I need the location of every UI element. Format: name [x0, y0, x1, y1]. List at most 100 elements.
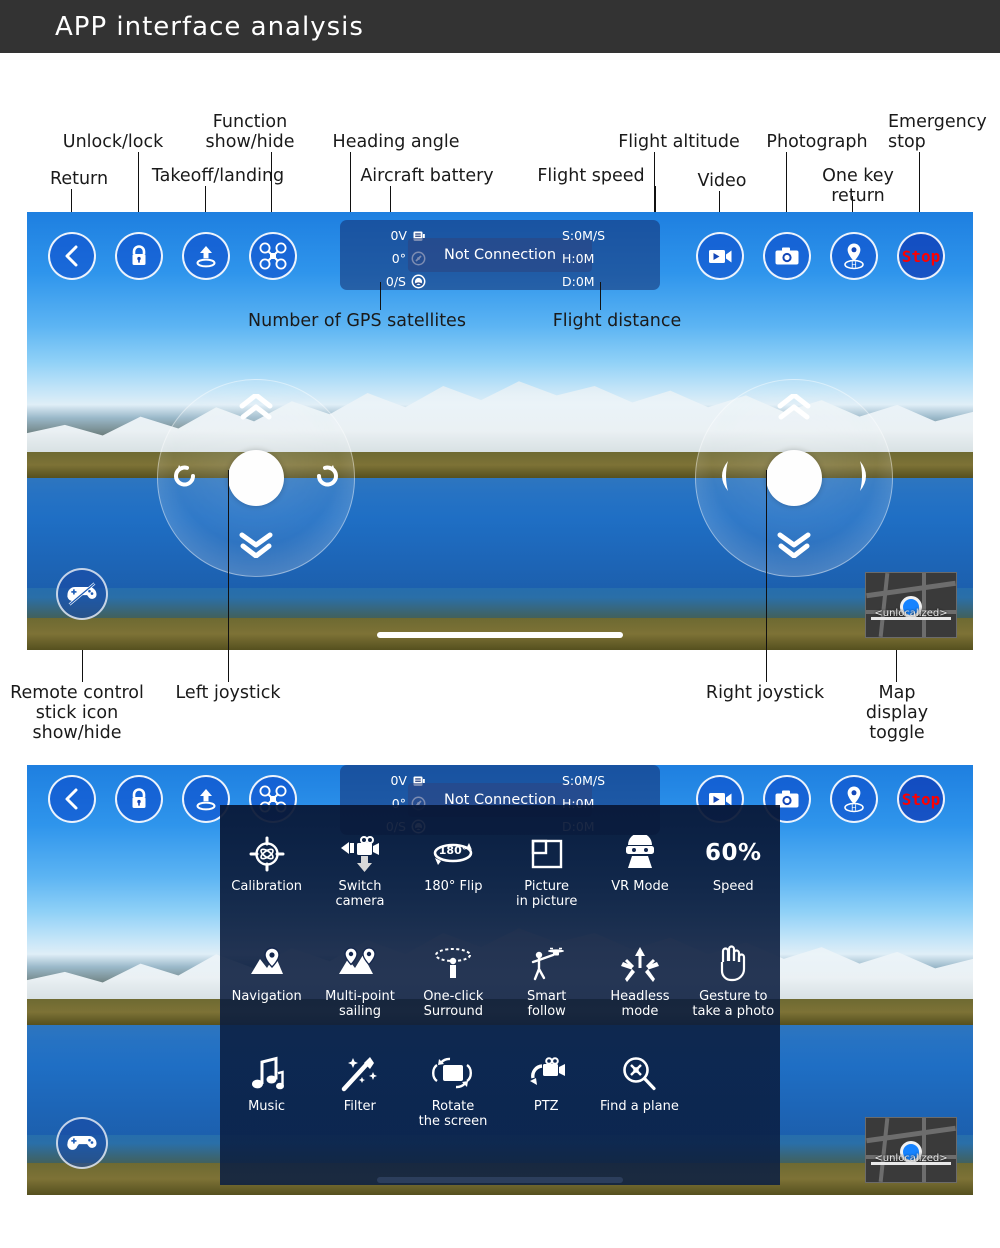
menu-item-rotate-screen[interactable]: Rotate the screen	[406, 1053, 499, 1129]
menu-item-switch-camera[interactable]: Switch camera	[313, 833, 406, 909]
vr-mode-icon	[623, 833, 657, 875]
menu-label: Rotate the screen	[418, 1099, 488, 1129]
annotation-map-display-toggle: Map display toggle	[865, 683, 929, 744]
leader-photograph	[786, 152, 787, 212]
menu-label: Calibration	[231, 879, 303, 894]
video-button[interactable]	[696, 232, 744, 280]
hud-heading-value: 0°	[391, 251, 406, 266]
hud-speed-value: S:0M/S	[562, 228, 606, 243]
menu-item-flip-180[interactable]: 180° 180° Flip	[407, 833, 500, 909]
menu-label: Picture in picture	[515, 879, 578, 909]
leader-stick-toggle	[82, 650, 83, 682]
chevron-left-icon	[65, 788, 78, 810]
left-joystick-up-icon	[239, 392, 273, 424]
menu-label: PTZ	[533, 1099, 559, 1114]
emergency-stop-button[interactable]: Stop	[897, 775, 945, 823]
menu-item-navigation[interactable]: Navigation	[220, 943, 313, 1019]
right-joystick-knob[interactable]	[766, 450, 822, 506]
menu-item-filter[interactable]: Filter	[313, 1053, 406, 1129]
menu-item-music[interactable]: Music	[220, 1053, 313, 1129]
pip-icon	[528, 833, 566, 875]
rotate-screen-icon	[431, 1053, 475, 1095]
one-key-return-button[interactable]: H	[830, 232, 878, 280]
photograph-button[interactable]	[763, 232, 811, 280]
menu-item-one-click-surround[interactable]: One-click Surround	[407, 943, 500, 1019]
hud-battery-value: 0V	[390, 773, 407, 788]
one-key-return-button[interactable]: H	[830, 775, 878, 823]
unlock-lock-button[interactable]	[115, 775, 163, 823]
menu-item-calibration[interactable]: Calibration	[220, 833, 313, 909]
navigation-icon	[248, 943, 286, 985]
annotation-flight-speed: Flight speed	[537, 166, 645, 186]
music-note-icon	[248, 1053, 286, 1095]
leader-return	[71, 189, 72, 212]
menu-item-vr-mode[interactable]: VR Mode	[593, 833, 686, 909]
leader-takeoff-landing	[205, 186, 206, 212]
menu-label: Multi-point sailing	[325, 989, 395, 1019]
annotation-left-joystick: Left joystick	[175, 683, 281, 703]
map-road	[878, 573, 890, 637]
return-button[interactable]	[48, 232, 96, 280]
menu-item-headless-mode[interactable]: Headless mode	[593, 943, 686, 1019]
stick-icon-toggle-button[interactable]	[56, 1117, 108, 1169]
home-indicator	[377, 632, 623, 638]
chevron-left-icon	[65, 245, 78, 267]
menu-label: Speed	[712, 879, 754, 894]
hud-battery-value: 0V	[390, 228, 407, 243]
leader-unlock-lock	[138, 152, 139, 212]
annotation-function-show-hide: Function show/hide	[205, 112, 295, 153]
app-screenshot-main: 0V 0° 0/S Not Connection S:0M/S H:0M D:0…	[27, 212, 973, 650]
menu-label: Navigation	[231, 989, 302, 1004]
menu-item-find-a-plane[interactable]: Find a plane	[593, 1053, 686, 1129]
leader-map-toggle	[896, 650, 897, 682]
calibration-icon	[248, 833, 286, 875]
map-display-toggle[interactable]: <unlocalized>	[865, 1117, 957, 1183]
page-title-bar: APP interface analysis	[0, 0, 1000, 53]
gamepad-slash-icon	[67, 582, 97, 606]
menu-label: Filter	[343, 1099, 376, 1114]
leader-one-key-return	[852, 196, 853, 212]
menu-row-2: Navigation Multi-point sailing One-click…	[220, 943, 780, 1019]
leader-emergency-stop	[919, 152, 920, 212]
takeoff-landing-button[interactable]	[182, 232, 230, 280]
menu-item-gesture-photo[interactable]: Gesture to take a photo	[687, 943, 780, 1019]
function-toggle-button[interactable]	[249, 232, 297, 280]
lock-icon	[132, 788, 146, 808]
menu-item-picture-in-picture[interactable]: Picture in picture	[500, 833, 593, 909]
function-menu-panel: Calibration Switch camera 180° 180° Flip…	[220, 805, 780, 1185]
leader-left-joystick	[228, 470, 229, 682]
annotation-aircraft-battery: Aircraft battery	[360, 166, 494, 186]
menu-label: Headless mode	[610, 989, 670, 1019]
annotation-unlock-lock: Unlock/lock	[62, 132, 164, 152]
menu-item-smart-follow[interactable]: Smart follow	[500, 943, 593, 1019]
menu-label: Switch camera	[335, 879, 385, 909]
map-display-toggle[interactable]: <unlocalized>	[865, 572, 957, 638]
app-screenshot-menu: 0V 0° 0/S Not Connection S:0M/S H:0M D:0…	[27, 765, 973, 1195]
annotation-takeoff-landing: Takeoff/landing	[151, 166, 285, 186]
unlock-lock-button[interactable]	[115, 232, 163, 280]
emergency-stop-button[interactable]: Stop	[897, 232, 945, 280]
left-joystick[interactable]	[157, 379, 355, 577]
menu-item-speed[interactable]: 60% Speed	[687, 833, 780, 909]
flip-180-icon: 180°	[431, 833, 475, 875]
menu-item-multi-point-sailing[interactable]: Multi-point sailing	[313, 943, 406, 1019]
hud-right-column: S:0M/S H:0M D:0M	[562, 224, 652, 293]
right-joystick[interactable]	[695, 379, 893, 577]
map-road	[878, 1118, 890, 1182]
follow-icon	[527, 943, 567, 985]
stop-label: Stop	[901, 789, 941, 809]
speed-value: 60%	[705, 840, 762, 867]
telemetry-hud: 0V 0° 0/S Not Connection S:0M/S H:0M D:0…	[340, 220, 660, 290]
satellite-icon	[411, 274, 426, 289]
menu-item-ptz[interactable]: PTZ	[500, 1053, 593, 1129]
gamepad-slash-icon	[67, 1136, 97, 1150]
svg-text:H: H	[851, 260, 857, 269]
headless-icon	[619, 943, 661, 985]
left-joystick-down-icon	[239, 532, 273, 562]
left-joystick-knob[interactable]	[228, 450, 284, 506]
return-button[interactable]	[48, 775, 96, 823]
menu-label: One-click Surround	[423, 989, 484, 1019]
stick-icon-toggle-button[interactable]	[56, 568, 108, 620]
annotation-remote-stick-toggle: Remote control stick icon show/hide	[10, 683, 144, 744]
speed-percent-value: 60%	[705, 833, 762, 875]
